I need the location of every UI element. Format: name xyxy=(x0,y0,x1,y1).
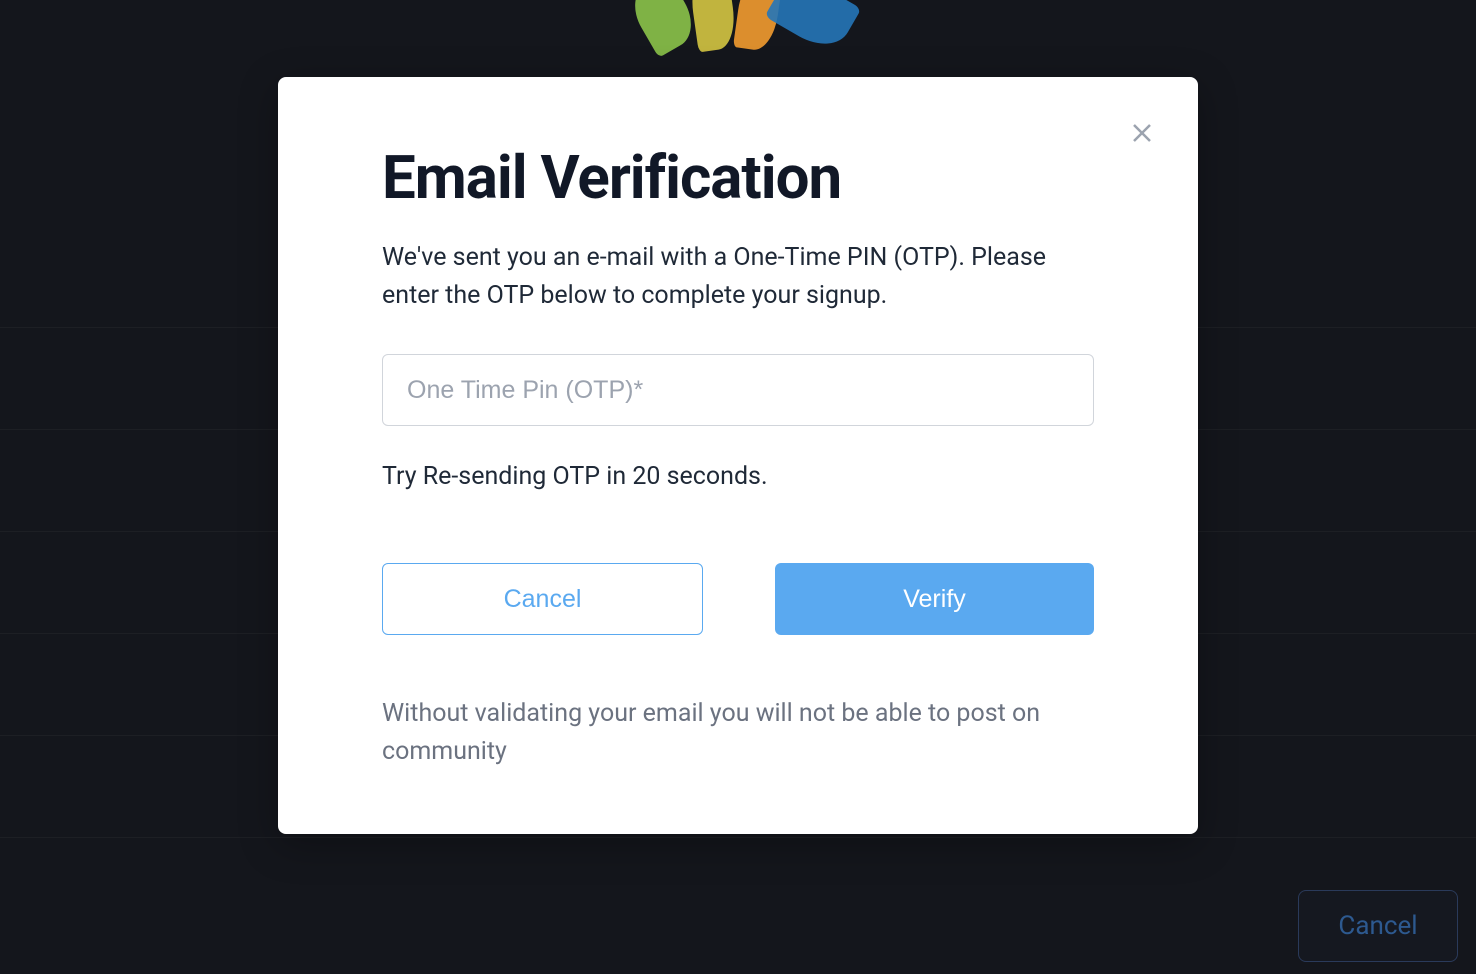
email-verification-modal: Email Verification We've sent you an e-m… xyxy=(278,77,1198,834)
footer-note: Without validating your email you will n… xyxy=(382,695,1094,770)
resend-countdown-text: Try Re-sending OTP in 20 seconds. xyxy=(382,462,1094,491)
cancel-button[interactable]: Cancel xyxy=(382,563,703,635)
modal-description: We've sent you an e-mail with a One-Time… xyxy=(382,239,1094,314)
close-icon xyxy=(1130,121,1154,145)
verify-button-label: Verify xyxy=(903,585,966,614)
background-cancel-button[interactable]: Cancel xyxy=(1298,890,1458,962)
modal-title: Email Verification xyxy=(382,145,1094,211)
cancel-button-label: Cancel xyxy=(504,585,582,614)
close-button[interactable] xyxy=(1126,117,1158,149)
otp-input[interactable] xyxy=(382,354,1094,426)
background-cancel-label: Cancel xyxy=(1338,911,1417,941)
button-row: Cancel Verify xyxy=(382,563,1094,635)
background-logo-hint xyxy=(598,0,878,70)
verify-button[interactable]: Verify xyxy=(775,563,1094,635)
